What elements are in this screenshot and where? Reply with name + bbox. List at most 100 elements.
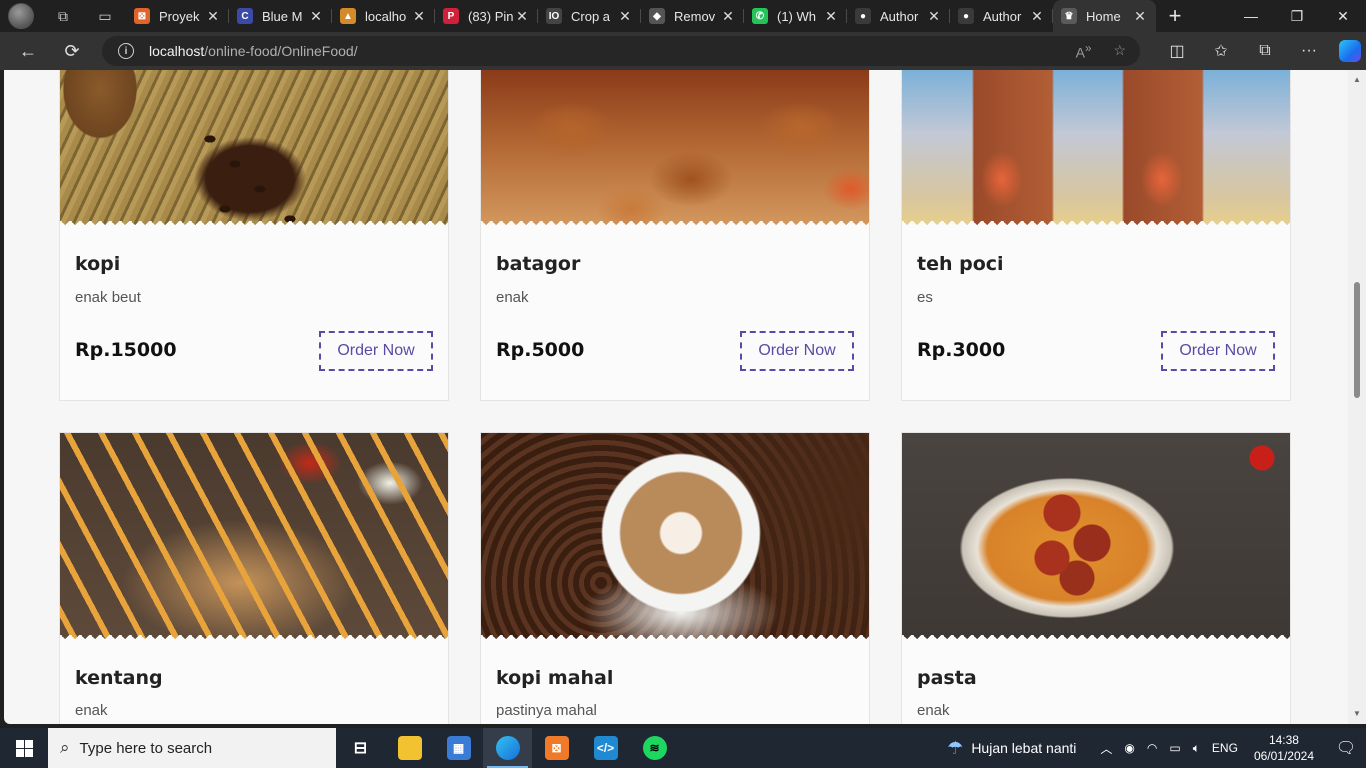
tab-title: Crop a (571, 8, 611, 24)
close-tab-icon[interactable]: ✕ (1029, 8, 1045, 25)
close-tab-icon[interactable]: ✕ (926, 8, 942, 25)
calculator-icon: ▦ (446, 736, 471, 760)
menu-card-kopi-mahal: kopi mahal pastinya mahal (480, 432, 870, 724)
edge-button[interactable] (483, 728, 532, 768)
back-icon[interactable]: ← (8, 32, 48, 70)
browser-tab[interactable]: ◆ Remov ✕ (641, 0, 744, 32)
browser-tab[interactable]: P (83) Pin ✕ (435, 0, 538, 32)
favorite-star-icon[interactable]: ☆ (1113, 42, 1126, 61)
tab-favicon-icon: P (443, 8, 459, 24)
vscode-button[interactable]: </> (581, 728, 630, 768)
item-name: kentang (75, 667, 163, 689)
new-tab-button[interactable]: + (1156, 3, 1194, 29)
item-name: pasta (917, 667, 977, 689)
tab-title: Author (880, 8, 919, 24)
close-tab-icon[interactable]: ✕ (617, 8, 633, 25)
xampp-button[interactable]: ⊠ (532, 728, 581, 768)
close-tab-icon[interactable]: ✕ (411, 8, 427, 25)
task-view-button[interactable]: ⊟ (336, 728, 385, 768)
scroll-up-icon[interactable]: ▲ (1348, 72, 1366, 88)
tab-title: Remov (674, 8, 716, 24)
profile-button[interactable] (0, 0, 42, 32)
close-tab-icon[interactable]: ✕ (514, 8, 530, 25)
notification-icon[interactable]: 🗨︎ (1326, 738, 1366, 758)
page-viewport: kopi enak beut Rp.15000 Order Now batago… (4, 70, 1348, 724)
order-now-button[interactable]: Order Now (740, 331, 854, 371)
clock[interactable]: 14:38 06/01/2024 (1254, 732, 1314, 764)
menu-card-pasta: pasta enak (901, 432, 1291, 724)
iced-tea-image (902, 70, 1290, 229)
close-tab-icon[interactable]: ✕ (1132, 8, 1148, 25)
menu-card-batagor: batagor enak Rp.5000 Order Now (480, 70, 870, 401)
clock-time: 14:38 (1268, 733, 1299, 747)
refresh-icon[interactable]: ⟳ (52, 32, 92, 70)
browser-tab[interactable]: ● Author ✕ (950, 0, 1053, 32)
close-tab-icon[interactable]: ✕ (308, 8, 324, 25)
scrollbar-thumb[interactable] (1354, 282, 1360, 398)
network-icon[interactable]: ◠ (1147, 741, 1157, 755)
item-desc: enak beut (75, 289, 141, 306)
copilot-icon[interactable] (1339, 40, 1361, 62)
tab-actions-icon[interactable]: ▭ (84, 0, 126, 32)
more-menu-icon[interactable]: ··· (1287, 42, 1331, 60)
xampp-icon: ⊠ (544, 736, 569, 760)
menu-card-kentang: kentang enak (59, 432, 449, 724)
tab-favicon-icon: ● (855, 8, 871, 24)
chevron-up-icon[interactable]: ︿ (1100, 740, 1112, 757)
address-bar[interactable]: i localhost/online-food/OnlineFood/ A» ☆ (102, 36, 1140, 66)
language-indicator[interactable]: ENG (1212, 741, 1238, 755)
browser-tab[interactable]: ✆ (1) Wh ✕ (744, 0, 847, 32)
item-price: Rp.5000 (496, 339, 585, 361)
meet-now-icon[interactable]: ◉ (1124, 741, 1134, 755)
browser-tab[interactable]: IO Crop a ✕ (538, 0, 641, 32)
battery-icon[interactable]: ▭ (1169, 741, 1180, 755)
spotify-button[interactable]: ≋ (630, 728, 679, 768)
order-now-button[interactable]: Order Now (319, 331, 433, 371)
split-screen-icon[interactable]: ◫ (1155, 41, 1199, 61)
item-name: kopi (75, 253, 121, 275)
volume-icon[interactable]: 🔈︎ (1193, 741, 1200, 756)
item-desc: enak (917, 702, 950, 719)
tab-title: Blue M (262, 8, 303, 24)
file-explorer-button[interactable] (385, 728, 434, 768)
scroll-down-icon[interactable]: ▼ (1348, 706, 1366, 722)
tab-favicon-icon: ◆ (649, 8, 665, 24)
browser-tab[interactable]: ⊠ Proyek ✕ (126, 0, 229, 32)
workspaces-icon[interactable]: ⧉ (42, 0, 84, 32)
spaghetti-image (902, 433, 1290, 643)
taskbar-search[interactable]: ⌕ Type here to search (48, 728, 336, 768)
window-controls: — ❐ ✕ (1228, 0, 1366, 32)
windows-logo-icon (15, 739, 33, 757)
system-tray: ☂ Hujan lebat nanti ︿ ◉ ◠ ▭ 🔈︎ ENG 14:38… (947, 728, 1366, 768)
avatar (8, 3, 34, 29)
site-info-icon[interactable]: i (118, 43, 134, 59)
weather-widget[interactable]: ☂ Hujan lebat nanti (947, 738, 1076, 759)
tab-favicon-icon: ▲ (340, 8, 356, 24)
search-icon: ⌕ (60, 738, 70, 757)
close-tab-icon[interactable]: ✕ (823, 8, 839, 25)
tabs: ⊠ Proyek ✕ C Blue M ✕ ▲ localho ✕ P (83) Pin ✕ IO Cro… (126, 0, 1156, 32)
read-aloud-icon[interactable]: A» (1076, 42, 1092, 61)
close-window-icon[interactable]: ✕ (1320, 0, 1366, 32)
weather-text: Hujan lebat nanti (971, 740, 1077, 756)
menu-card-teh-poci: teh poci es Rp.3000 Order Now (901, 70, 1291, 401)
tab-title: Author (983, 8, 1022, 24)
browser-tab[interactable]: ▲ localho ✕ (332, 0, 435, 32)
taskbar: ⌕ Type here to search ⊟ ▦ ⊠ </> ≋ ☂ Huja… (0, 728, 1366, 768)
start-button[interactable] (0, 728, 48, 768)
minimize-icon[interactable]: — (1228, 0, 1274, 32)
menu-card-kopi: kopi enak beut Rp.15000 Order Now (59, 70, 449, 401)
tab-favicon-icon: ♛ (1061, 8, 1077, 24)
restore-icon[interactable]: ❐ (1274, 0, 1320, 32)
order-now-button[interactable]: Order Now (1161, 331, 1275, 371)
collections-icon[interactable]: ⧉ (1243, 42, 1287, 60)
item-price: Rp.15000 (75, 339, 177, 361)
page-scrollbar[interactable]: ▲ ▼ (1348, 70, 1366, 724)
close-tab-icon[interactable]: ✕ (720, 8, 736, 25)
browser-tab[interactable]: ♛ Home ✕ (1053, 0, 1156, 32)
browser-tab[interactable]: C Blue M ✕ (229, 0, 332, 32)
browser-tab[interactable]: ● Author ✕ (847, 0, 950, 32)
favorites-icon[interactable]: ✩ (1199, 41, 1243, 61)
calculator-button[interactable]: ▦ (434, 728, 483, 768)
close-tab-icon[interactable]: ✕ (205, 8, 221, 25)
